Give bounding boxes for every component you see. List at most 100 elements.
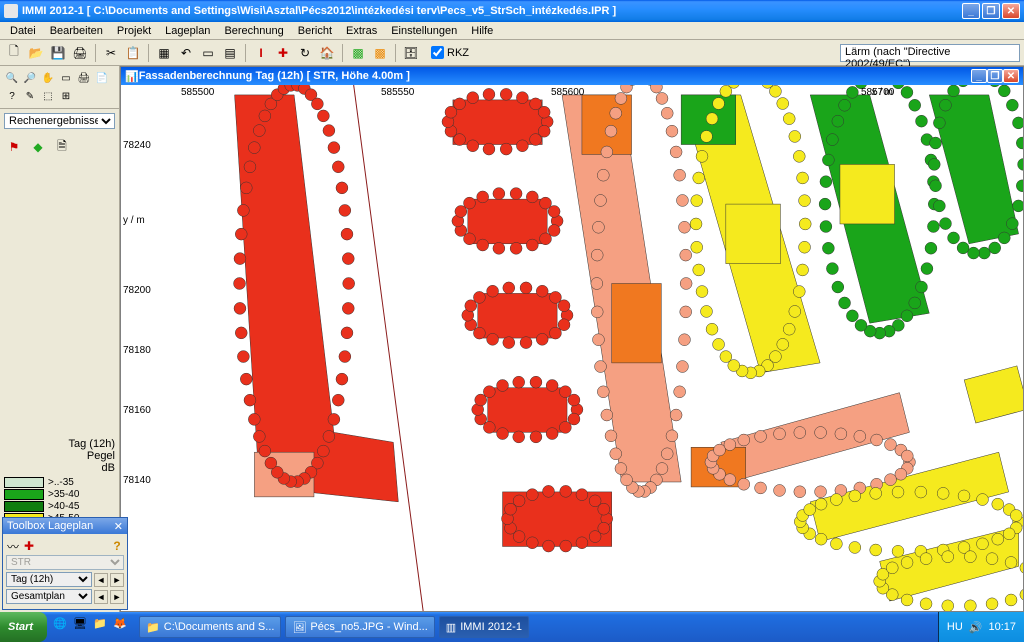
next2-button[interactable]: ► — [110, 590, 124, 604]
start-label: Start — [8, 621, 33, 633]
map-canvas[interactable]: 585500 585550 585600 585700 x / m 78240 … — [121, 85, 1023, 611]
legend-swatch — [4, 477, 44, 488]
save-icon[interactable]: 💾 — [48, 43, 68, 63]
table-icon[interactable]: ▦ — [154, 43, 174, 63]
toolbox-field2[interactable]: Tag (12h) — [6, 572, 92, 587]
tray-vol-icon[interactable]: 🔊 — [969, 621, 983, 634]
print-icon[interactable]: 🖨 — [70, 43, 90, 63]
ql-explorer-icon[interactable]: 📁 — [93, 617, 111, 637]
next-button[interactable]: ► — [110, 573, 124, 587]
print2-icon[interactable]: 🖨 — [76, 70, 92, 86]
prev2-button[interactable]: ◄ — [94, 590, 108, 604]
shape-icon[interactable]: ◆ — [28, 137, 48, 157]
grid2-icon[interactable]: ▩ — [370, 43, 390, 63]
y-axis-label: y / m — [123, 215, 145, 226]
minimize-button[interactable]: _ — [962, 3, 980, 19]
task-image[interactable]: 🖼 Pécs_no5.JPG - Wind... — [285, 616, 434, 638]
select-icon[interactable]: ▭ — [58, 70, 74, 86]
legend-row: >40-45 — [4, 500, 115, 512]
menubar: Datei Bearbeiten Projekt Lageplan Berech… — [0, 22, 1024, 40]
toolbox-title[interactable]: Toolbox Lageplan ✕ — [3, 518, 127, 534]
t1-icon[interactable]: ? — [4, 88, 20, 104]
y-tick-5: 78140 — [123, 475, 151, 486]
rkz-checkbox[interactable]: RKZ — [431, 46, 469, 59]
help-icon[interactable]: ? — [110, 539, 124, 553]
legend-swatch — [4, 489, 44, 500]
menu-einstellungen[interactable]: Einstellungen — [385, 23, 463, 39]
app-titlebar: IMMI 2012-1 [ C:\Documents and Settings\… — [0, 0, 1024, 22]
hand-icon[interactable]: ✋ — [40, 70, 56, 86]
flag-icon[interactable]: ⚑ — [4, 137, 24, 157]
map-minimize-button[interactable]: _ — [971, 69, 987, 83]
quick-launch: 🌐 🖥 📁 🦊 — [47, 617, 137, 637]
map-title-text: Fassadenberechnung Tag (12h) [ STR, Höhe… — [139, 70, 971, 82]
toolbox-close-icon[interactable]: ✕ — [114, 520, 123, 533]
ql-ie-icon[interactable]: 🌐 — [53, 617, 71, 637]
start-button[interactable]: Start — [0, 612, 47, 642]
task-explorer[interactable]: 📁 C:\Documents and S... — [139, 616, 281, 638]
toolbox-field3[interactable]: Gesamtplan — [6, 589, 92, 604]
menu-berechnung[interactable]: Berechnung — [218, 23, 289, 39]
new-icon[interactable]: 🗋 — [4, 43, 24, 63]
plus-icon[interactable]: ✚ — [273, 43, 293, 63]
menu-bearbeiten[interactable]: Bearbeiten — [44, 23, 109, 39]
grid-icon[interactable]: ▩ — [348, 43, 368, 63]
copy-icon[interactable]: 📋 — [123, 43, 143, 63]
ql-ff-icon[interactable]: 🦊 — [113, 617, 131, 637]
taskbar: Start 🌐 🖥 📁 🦊 📁 C:\Documents and S... 🖼 … — [0, 612, 1024, 642]
map-icon: 📊 — [125, 70, 139, 83]
prev-button[interactable]: ◄ — [94, 573, 108, 587]
db-icon[interactable]: 🗄 — [401, 43, 421, 63]
curve-icon[interactable]: 〰 — [6, 539, 20, 553]
y-tick-2: 78200 — [123, 285, 151, 296]
zoom-in-icon[interactable]: 🔍 — [4, 70, 20, 86]
x-tick-1: 585550 — [381, 87, 414, 98]
map-window: 📊 Fassadenberechnung Tag (12h) [ STR, Hö… — [120, 66, 1024, 612]
t2-icon[interactable]: ✎ — [22, 88, 38, 104]
ql-desktop-icon[interactable]: 🖥 — [73, 617, 91, 637]
close-button[interactable]: ✕ — [1002, 3, 1020, 19]
menu-datei[interactable]: Datei — [4, 23, 42, 39]
tool-icon[interactable]: ▭ — [198, 43, 218, 63]
tray-lang[interactable]: HU — [947, 621, 963, 633]
window-icon[interactable]: ▤ — [220, 43, 240, 63]
menu-extras[interactable]: Extras — [340, 23, 383, 39]
results-combo[interactable]: Rechenergebnisse — [4, 113, 115, 129]
map-titlebar: 📊 Fassadenberechnung Tag (12h) [ STR, Hö… — [121, 67, 1023, 85]
toolbox-lageplan[interactable]: Toolbox Lageplan ✕ 〰 ✚ ? STR Tag (12h) ◄… — [2, 517, 128, 610]
export-icon[interactable]: 📄 — [94, 70, 110, 86]
home-icon[interactable]: 🏠 — [317, 43, 337, 63]
directive-field[interactable]: Lärm (nach "Directive 2002/49/EC") — [840, 44, 1020, 62]
legend-row: >..-35 — [4, 476, 115, 488]
t4-icon[interactable]: ⊞ — [58, 88, 74, 104]
map-maximize-button[interactable]: ❐ — [987, 69, 1003, 83]
refresh-icon[interactable]: ↻ — [295, 43, 315, 63]
menu-lageplan[interactable]: Lageplan — [159, 23, 216, 39]
system-tray[interactable]: HU 🔊 10:17 — [938, 612, 1024, 642]
task-immi[interactable]: ▥ IMMI 2012-1 — [439, 616, 529, 638]
zoom-out-icon[interactable]: 🔎 — [22, 70, 38, 86]
map-close-button[interactable]: ✕ — [1003, 69, 1019, 83]
menu-projekt[interactable]: Projekt — [111, 23, 157, 39]
info-icon[interactable]: I — [251, 43, 271, 63]
legend-swatch — [4, 501, 44, 512]
open-icon[interactable]: 📂 — [26, 43, 46, 63]
x-axis-label: x / m — [871, 87, 893, 98]
menu-hilfe[interactable]: Hilfe — [465, 23, 499, 39]
y-tick-4: 78160 — [123, 405, 151, 416]
maximize-button[interactable]: ❐ — [982, 3, 1000, 19]
x-tick-2: 585600 — [551, 87, 584, 98]
legend-label: >35-40 — [48, 489, 79, 500]
target-icon[interactable]: ✚ — [22, 539, 36, 553]
rkz-check-input[interactable] — [431, 46, 444, 59]
toolbox-field1[interactable]: STR — [6, 555, 124, 570]
doc-icon[interactable]: 🗎 — [52, 137, 72, 157]
noise-map-svg — [121, 85, 1023, 611]
tray-clock: 10:17 — [988, 621, 1016, 633]
t3-icon[interactable]: ⬚ — [40, 88, 56, 104]
undo-icon[interactable]: ↶ — [176, 43, 196, 63]
y-tick-0: 78240 — [123, 140, 151, 151]
menu-bericht[interactable]: Bericht — [292, 23, 338, 39]
cut-icon[interactable]: ✂ — [101, 43, 121, 63]
rkz-label: RKZ — [447, 47, 469, 59]
